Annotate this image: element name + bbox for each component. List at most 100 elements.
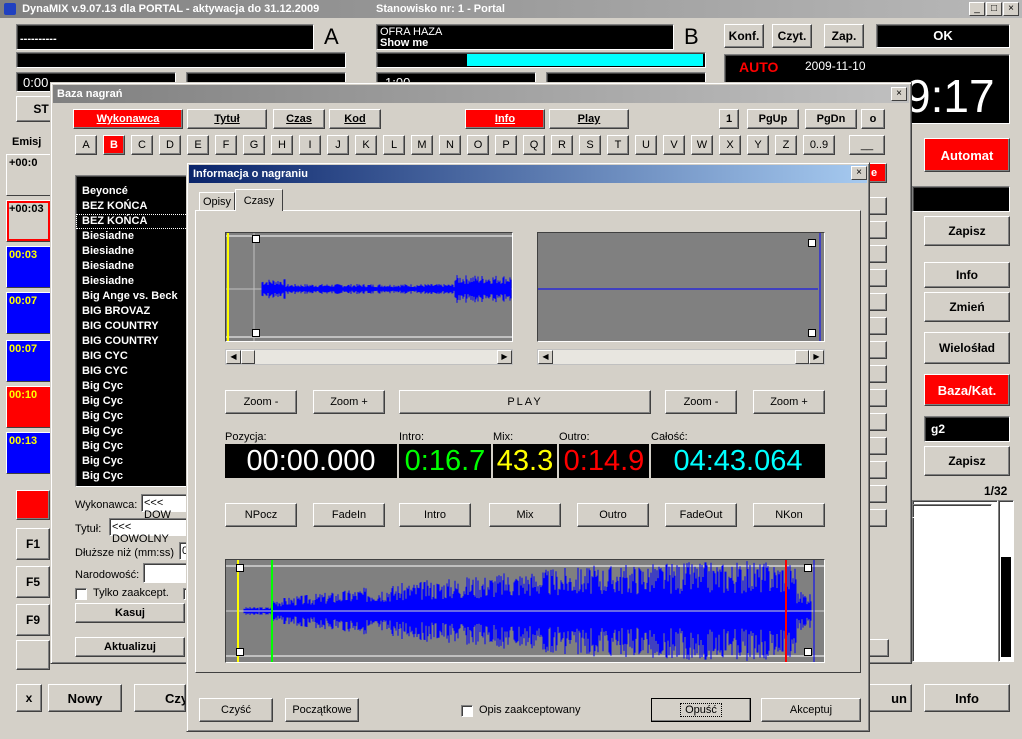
- czy-button[interactable]: Czy: [134, 684, 186, 712]
- letter-E[interactable]: E: [187, 135, 209, 155]
- wave-full-handle-tl[interactable]: [236, 564, 244, 572]
- baza-strip-button[interactable]: [869, 389, 887, 407]
- slot-5[interactable]: 00:10: [6, 386, 51, 428]
- right-scrollbar[interactable]: [998, 500, 1014, 662]
- zap-button[interactable]: Zap.: [824, 24, 864, 48]
- letter-T[interactable]: T: [607, 135, 629, 155]
- letter-L[interactable]: L: [383, 135, 405, 155]
- baza-tab-0[interactable]: Wykonawca: [73, 109, 183, 129]
- artist-item[interactable]: BIG CYC: [76, 349, 192, 364]
- artist-item[interactable]: Big Cyc: [76, 454, 192, 469]
- artist-item[interactable]: Biesiadne: [76, 244, 192, 259]
- baza-strip-button[interactable]: [869, 437, 887, 455]
- x-button[interactable]: x: [16, 684, 42, 712]
- automat-button[interactable]: Automat: [924, 138, 1010, 172]
- aktualizuj-button[interactable]: Aktualizuj: [75, 637, 185, 657]
- info-button-right[interactable]: Info: [924, 262, 1010, 288]
- scroll-left-arrow-r[interactable]: ▶: [497, 350, 512, 364]
- letter-0..9[interactable]: 0..9: [803, 135, 835, 155]
- marker-intro-button[interactable]: Intro: [399, 503, 471, 527]
- tytul-input[interactable]: <<< DOWOLNY: [109, 518, 191, 545]
- baza-tab-3[interactable]: Kod: [329, 109, 381, 129]
- letter-F[interactable]: F: [215, 135, 237, 155]
- baza-strip-button[interactable]: [869, 485, 887, 503]
- zoom-minus-left[interactable]: Zoom -: [225, 390, 297, 414]
- konf-button[interactable]: Konf.: [724, 24, 764, 48]
- baza-close-button[interactable]: ×: [891, 87, 907, 101]
- scroll-left-arrow-l[interactable]: ◀: [226, 350, 241, 364]
- letter-__[interactable]: __: [849, 135, 885, 155]
- slot-2[interactable]: 00:03: [6, 246, 51, 288]
- baza-strip-button[interactable]: [869, 365, 887, 383]
- wykonawca-input[interactable]: <<< DOW: [141, 494, 191, 521]
- tab-czasy[interactable]: Czasy: [235, 189, 283, 211]
- letter-C[interactable]: C: [131, 135, 153, 155]
- baza-strip-button[interactable]: [869, 197, 887, 215]
- wave-left-handle-tl[interactable]: [252, 235, 260, 243]
- wave-left-handle-bl[interactable]: [252, 329, 260, 337]
- baza-kat-button[interactable]: Baza/Kat.: [924, 374, 1010, 406]
- baza-strip-wide[interactable]: [869, 639, 889, 657]
- scrollbar-right[interactable]: ◀ ▶: [537, 349, 825, 365]
- wave-full-handle-bl[interactable]: [236, 648, 244, 656]
- scroll-left-thumb[interactable]: [241, 350, 255, 364]
- artist-item[interactable]: BIG COUNTRY: [76, 319, 192, 334]
- play-button[interactable]: PLAY: [399, 390, 651, 414]
- artist-item[interactable]: BEZ KOŃCA: [76, 214, 192, 229]
- minimize-button[interactable]: _: [969, 2, 985, 16]
- marker-nkon-button[interactable]: NKon: [753, 503, 825, 527]
- waveform-full[interactable]: [225, 559, 825, 663]
- slot-0[interactable]: +00:0: [6, 154, 51, 196]
- letter-P[interactable]: P: [495, 135, 517, 155]
- artist-item[interactable]: Big Cyc: [76, 439, 192, 454]
- tylko-checkbox[interactable]: [75, 588, 87, 600]
- baza-nav-3[interactable]: o: [861, 109, 885, 129]
- baza-strip-button[interactable]: [869, 317, 887, 335]
- artist-list[interactable]: Beyoncé BEZ KOŃCA BEZ KOŃCA Biesiadne Biesia…: [75, 175, 193, 487]
- fkey-F9[interactable]: F9: [16, 604, 50, 636]
- waveform-right[interactable]: [537, 232, 825, 342]
- artist-item[interactable]: Biesiadne: [76, 229, 192, 244]
- info-close-button[interactable]: ×: [851, 166, 867, 180]
- czyt-button[interactable]: Czyt.: [772, 24, 812, 48]
- letter-V[interactable]: V: [663, 135, 685, 155]
- baza-nav-1[interactable]: PgUp: [747, 109, 799, 129]
- fkey-F1[interactable]: F1: [16, 528, 50, 560]
- opis-checkbox[interactable]: [461, 705, 473, 717]
- marker-outro-button[interactable]: Outro: [577, 503, 649, 527]
- letter-I[interactable]: I: [299, 135, 321, 155]
- artist-item[interactable]: Biesiadne: [76, 259, 192, 274]
- baza-tab-5[interactable]: Play: [549, 109, 629, 129]
- letter-N[interactable]: N: [439, 135, 461, 155]
- artist-item[interactable]: Biesiadne: [76, 274, 192, 289]
- baza-strip-button[interactable]: [869, 413, 887, 431]
- artist-item[interactable]: Big Cyc: [76, 469, 192, 484]
- wave-right-handle-br[interactable]: [808, 329, 816, 337]
- artist-item[interactable]: BIG COUNTRY: [76, 334, 192, 349]
- tab-opisy[interactable]: Opisy: [199, 192, 235, 210]
- baza-tab-2[interactable]: Czas: [273, 109, 325, 129]
- zoom-plus-right[interactable]: Zoom +: [753, 390, 825, 414]
- letter-B[interactable]: B: [103, 135, 125, 155]
- letter-G[interactable]: G: [243, 135, 265, 155]
- baza-tab-1[interactable]: Tytuł: [187, 109, 267, 129]
- marker-fadeout-button[interactable]: FadeOut: [665, 503, 737, 527]
- zoom-plus-left[interactable]: Zoom +: [313, 390, 385, 414]
- waveform-left[interactable]: [225, 232, 513, 342]
- artist-item[interactable]: Big Cyc: [76, 424, 192, 439]
- fkey-F5[interactable]: F5: [16, 566, 50, 598]
- bottom-left-blank[interactable]: [16, 640, 50, 670]
- right-scroll-thumb[interactable]: [1001, 557, 1011, 657]
- zapisz-button-1[interactable]: Zapisz: [924, 216, 1010, 246]
- nowy-button[interactable]: Nowy: [48, 684, 122, 712]
- slot-3[interactable]: 00:07: [6, 292, 51, 334]
- marker-npocz-button[interactable]: NPocz: [225, 503, 297, 527]
- scroll-right-thumb[interactable]: [795, 350, 809, 364]
- letter-U[interactable]: U: [635, 135, 657, 155]
- artist-item[interactable]: BIG BROVAZ: [76, 304, 192, 319]
- letter-S[interactable]: S: [579, 135, 601, 155]
- wave-full-handle-br[interactable]: [804, 648, 812, 656]
- marker-mix-button[interactable]: Mix: [489, 503, 561, 527]
- baza-strip-button[interactable]: [869, 341, 887, 359]
- scroll-right-arrow-l[interactable]: ◀: [538, 350, 553, 364]
